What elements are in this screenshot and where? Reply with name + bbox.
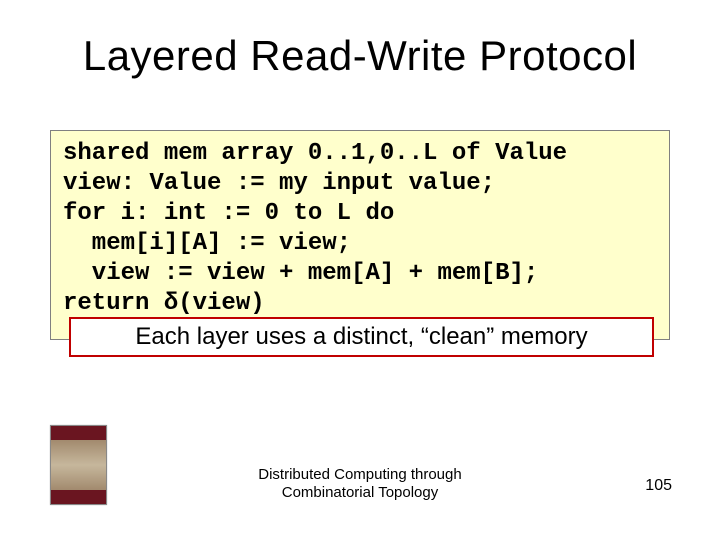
callout-text: Each layer uses a distinct, “clean” memo… (135, 323, 587, 350)
code-line-3: for i: int := 0 to L do (63, 199, 657, 229)
code-line-2: view: Value := my input value; (63, 169, 657, 199)
page-title: Layered Read-Write Protocol (0, 32, 720, 80)
callout-box: Each layer uses a distinct, “clean” memo… (69, 317, 654, 357)
footer: Distributed Computing through Combinator… (0, 466, 720, 502)
footer-line-1: Distributed Computing through (258, 466, 461, 483)
code-line-1: shared mem array 0..1,0..L of Value (63, 139, 657, 169)
slide: Layered Read-Write Protocol shared mem a… (0, 0, 720, 540)
code-line-5: view := view + mem[A] + mem[B]; (63, 259, 657, 289)
code-line-6: return δ(view) (63, 289, 657, 319)
code-line-4: mem[i][A] := view; (63, 229, 657, 259)
page-number: 105 (645, 477, 672, 495)
footer-line-2: Combinatorial Topology (282, 484, 438, 501)
code-box: shared mem array 0..1,0..L of Value view… (50, 130, 670, 340)
